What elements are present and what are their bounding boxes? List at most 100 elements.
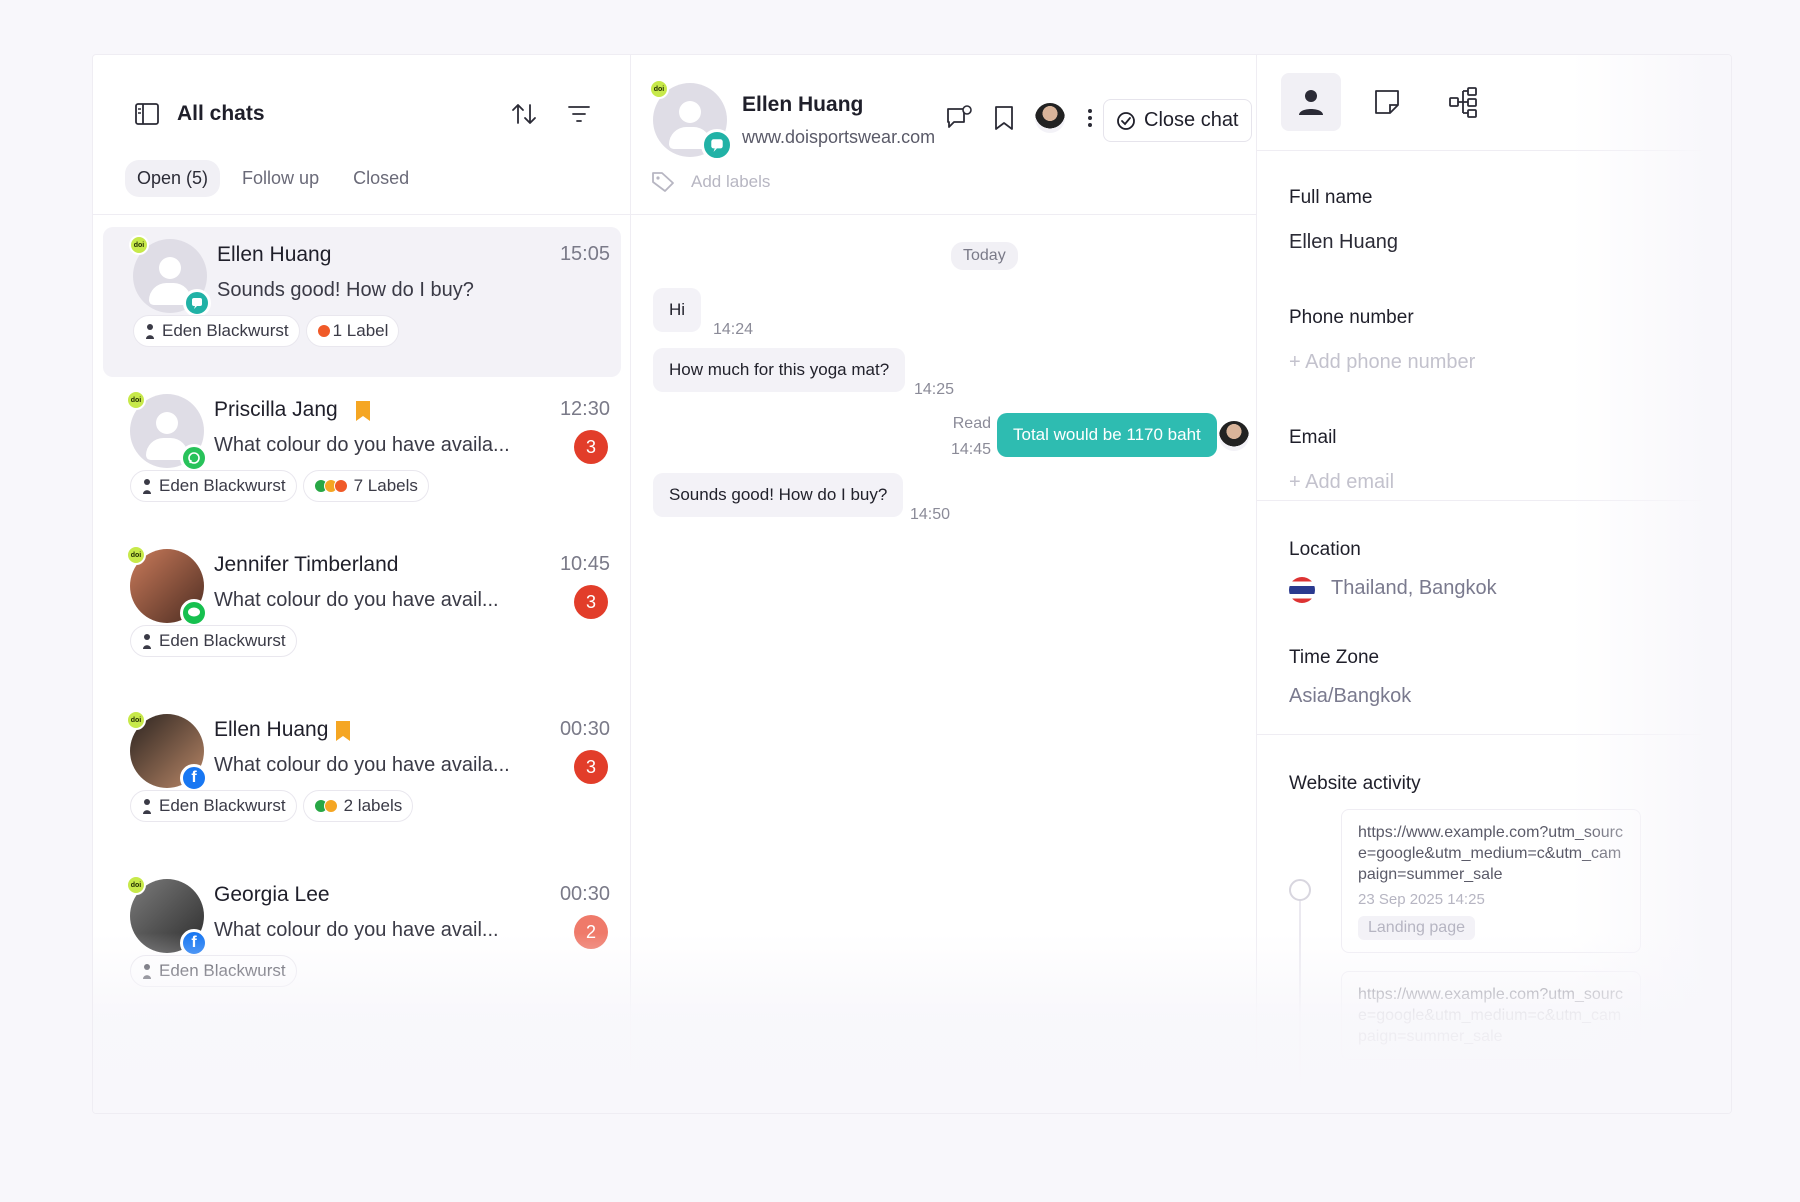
contact-details-panel: Full name Ellen Huang Phone number + Add… — [1257, 55, 1731, 1113]
labels-chip[interactable]: 1 Label — [305, 315, 400, 347]
tab-notes[interactable] — [1357, 73, 1417, 131]
chat-list-title: All chats — [177, 102, 265, 125]
chat-tags: Eden Blackwurst 2 labels — [130, 790, 414, 822]
facebook-icon: f — [180, 764, 208, 792]
more-vertical-icon[interactable] — [1085, 105, 1095, 131]
labels-count: 2 labels — [343, 796, 403, 815]
sort-icon[interactable] — [511, 101, 537, 127]
chat-list-item[interactable]: doi Jennifer Timberland 10:45 What colou… — [93, 545, 630, 710]
chat-list-item[interactable]: doi f Ellen Huang 00:30 What colour do y… — [93, 710, 630, 875]
message-time: 00:30 — [559, 883, 610, 905]
conversation-website: www.doisportswear.com — [742, 127, 936, 147]
labels-chip[interactable]: 2 labels — [302, 790, 414, 822]
brand-badge: doi — [126, 545, 146, 565]
add-labels-button[interactable]: Add labels — [651, 171, 770, 193]
assignee-name: Eden Blackwurst — [159, 631, 286, 650]
agent-avatar — [1219, 421, 1249, 451]
webchat-icon — [701, 129, 733, 161]
label-color-dots — [313, 799, 338, 813]
contact-info-section: Full name Ellen Huang Phone number + Add… — [1257, 151, 1731, 501]
brand-badge: doi — [126, 390, 146, 410]
timeline-dot — [1289, 879, 1311, 901]
assignee-chip[interactable]: Eden Blackwurst — [130, 790, 297, 822]
chat-tags: Eden Blackwurst 7 Labels — [130, 470, 429, 502]
labels-count: 1 Label — [332, 321, 389, 340]
tab-workflow[interactable] — [1433, 73, 1493, 131]
message-preview: What colour do you have availa... — [214, 754, 510, 776]
message-time: 15:05 — [559, 243, 610, 265]
phone-label: Phone number — [1289, 307, 1414, 328]
close-chat-button[interactable]: Close chat — [1103, 99, 1252, 142]
label-color-dots — [313, 479, 348, 493]
chat-list-panel: All chats Open (5) Follow up Closed doi … — [93, 55, 631, 1113]
activity-card[interactable]: https://www.example.com?utm_source=googl… — [1341, 809, 1641, 953]
chat-list-item[interactable]: doi f Georgia Lee 00:30 What colour do y… — [93, 875, 630, 1040]
tab-open[interactable]: Open (5) — [125, 160, 221, 197]
note-icon — [1375, 90, 1399, 114]
bookmark-icon[interactable] — [355, 400, 371, 422]
chat-status-tabs: Open (5) Follow up Closed — [125, 160, 421, 197]
website-activity-label: Website activity — [1289, 773, 1421, 794]
tab-contact[interactable] — [1281, 73, 1341, 131]
location-section: Location Thailand, Bangkok Time Zone Asi… — [1257, 501, 1731, 735]
timezone-label: Time Zone — [1289, 647, 1380, 668]
website-activity-section: Website activity https://www.example.com… — [1257, 735, 1731, 1113]
email-label: Email — [1289, 427, 1337, 448]
brand-badge: doi — [649, 79, 669, 99]
close-chat-label: Close chat — [1144, 109, 1239, 131]
conversation-panel: doi Ellen Huang www.doisportswear.com Cl… — [631, 55, 1257, 1113]
message-preview: Sounds good! How do I buy? — [217, 279, 474, 301]
details-tabs — [1257, 55, 1731, 151]
incoming-message: How much for this yoga mat? — [653, 348, 906, 392]
day-separator: Today — [951, 242, 1018, 270]
add-labels-label: Add labels — [691, 172, 771, 191]
chat-list-item[interactable]: doi Ellen Huang 15:05 Sounds good! How d… — [93, 215, 630, 380]
assignee-name: Eden Blackwurst — [159, 476, 286, 495]
chat-tags: Eden Blackwurst — [130, 955, 297, 987]
conversation-contact-name: Ellen Huang — [742, 93, 864, 116]
label-color-dots — [316, 324, 331, 338]
brand-badge: doi — [126, 875, 146, 895]
location-value: Thailand, Bangkok — [1331, 577, 1497, 599]
chat-list-item[interactable]: doi Priscilla Jang 12:30 What colour do … — [93, 380, 630, 545]
labels-chip[interactable]: 7 Labels — [302, 470, 429, 502]
assignee-chip[interactable]: Eden Blackwurst — [130, 625, 297, 657]
whatsapp-icon — [180, 444, 208, 472]
assignee-name: Eden Blackwurst — [159, 796, 286, 815]
timezone-value: Asia/Bangkok — [1289, 685, 1412, 707]
add-phone-button[interactable]: + Add phone number — [1289, 351, 1475, 374]
chat-bubble-icon[interactable] — [945, 105, 973, 131]
contact-name: Jennifer Timberland — [214, 553, 399, 576]
activity-url: https://www.example.com?utm_source=googl… — [1358, 824, 1623, 883]
brand-badge: doi — [129, 235, 149, 255]
message-time: 14:24 — [713, 321, 754, 338]
assignee-chip[interactable]: Eden Blackwurst — [130, 470, 297, 502]
unread-count-badge: 2 — [574, 915, 608, 949]
message-time: 14:50 — [910, 506, 951, 523]
message-time: 10:45 — [559, 553, 610, 575]
conversation-actions — [945, 103, 1095, 133]
activity-tag: Landing page — [1358, 916, 1475, 940]
tab-follow-up[interactable]: Follow up — [230, 160, 331, 197]
webchat-icon — [183, 289, 211, 317]
labels-count: 7 Labels — [353, 476, 418, 495]
flow-icon — [1449, 87, 1477, 118]
contact-name: Ellen Huang — [214, 718, 329, 741]
unread-count-badge: 3 — [574, 430, 608, 464]
sidebar-toggle-icon[interactable] — [135, 103, 159, 125]
message-preview: What colour do you have availa... — [214, 434, 510, 456]
assignee-avatar[interactable] — [1035, 103, 1065, 133]
chat-tags: Eden Blackwurst — [130, 625, 297, 657]
assignee-chip[interactable]: Eden Blackwurst — [130, 955, 297, 987]
bookmark-icon[interactable] — [335, 720, 351, 742]
chat-list-header: All chats Open (5) Follow up Closed — [93, 55, 630, 215]
full-name-value[interactable]: Ellen Huang — [1289, 231, 1398, 254]
activity-card[interactable]: https://www.example.com?utm_source=googl… — [1341, 971, 1641, 1060]
bookmark-outline-icon[interactable] — [993, 105, 1015, 131]
assignee-chip[interactable]: Eden Blackwurst — [133, 315, 300, 347]
check-circle-icon — [1117, 111, 1135, 130]
read-receipt: Read — [952, 415, 991, 432]
add-email-button[interactable]: + Add email — [1289, 471, 1394, 494]
filter-icon[interactable] — [567, 103, 591, 125]
tab-closed[interactable]: Closed — [341, 160, 421, 197]
